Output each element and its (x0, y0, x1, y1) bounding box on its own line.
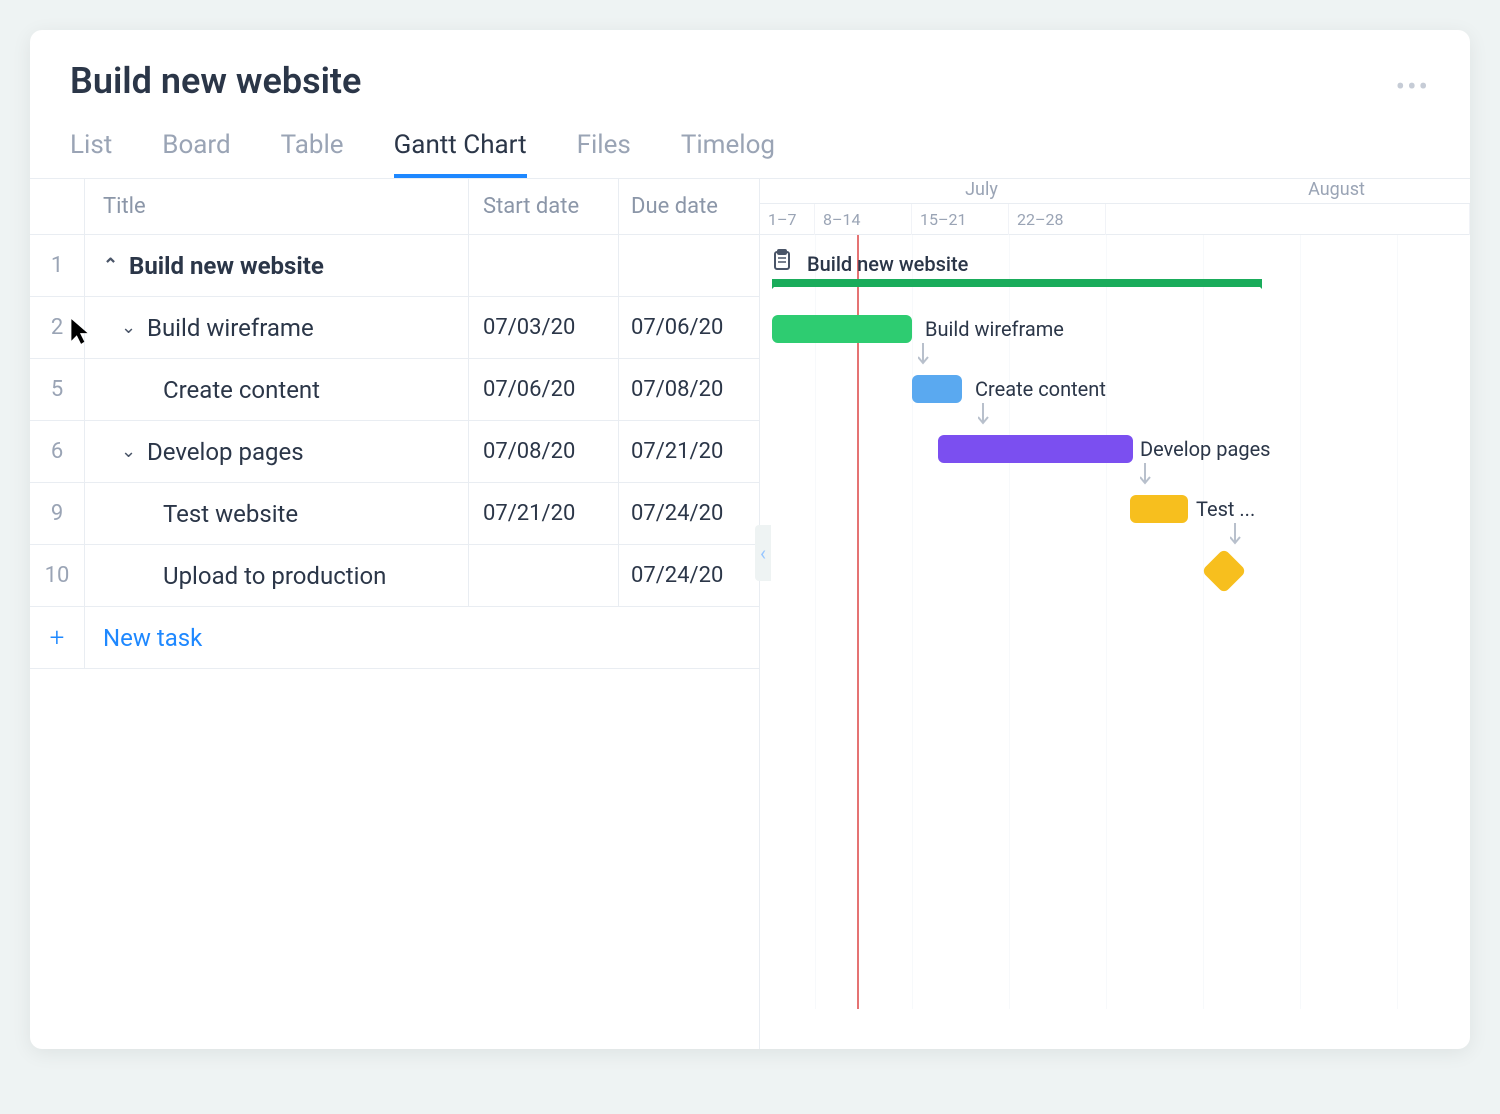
row-number: 1 (30, 235, 85, 296)
gantt-bar-test[interactable] (1130, 495, 1188, 523)
gantt-group-bar[interactable] (772, 279, 1262, 287)
row-start[interactable] (469, 235, 619, 296)
tab-board[interactable]: Board (162, 130, 230, 178)
dependency-arrow-icon (1230, 523, 1250, 553)
row-title[interactable]: ⌄ Build wireframe (85, 297, 469, 358)
row-number: 10 (30, 545, 85, 606)
chevron-up-icon[interactable]: ⌃ (103, 255, 123, 276)
dependency-arrow-icon (918, 343, 938, 373)
dependency-arrow-icon (1140, 463, 1160, 493)
main-split: Title Start date Due date 1 ⌃ Build new … (30, 178, 1470, 1049)
week-cell: 8–14 (815, 204, 912, 235)
row-start[interactable]: 07/03/20 (469, 297, 619, 358)
row-title-text: Create content (163, 376, 320, 404)
row-title-text: Test website (163, 500, 298, 528)
timeline-header: July August 1–7 8–14 15–21 22–28 (760, 179, 1470, 235)
more-menu-icon[interactable]: ••• (1396, 70, 1430, 103)
tab-timelog[interactable]: Timelog (681, 130, 775, 178)
table-header: Title Start date Due date (30, 179, 759, 235)
table-row[interactable]: 6 ⌄ Develop pages 07/08/20 07/21/20 (30, 421, 759, 483)
chevron-down-icon[interactable]: ⌄ (121, 317, 141, 338)
week-cell (1106, 204, 1470, 235)
row-title[interactable]: Create content (85, 359, 469, 420)
row-title-text: Build wireframe (147, 314, 314, 342)
month-july: July (760, 179, 1203, 203)
clipboard-icon (772, 249, 792, 277)
row-due[interactable]: 07/06/20 (619, 297, 759, 358)
col-header-due[interactable]: Due date (619, 179, 759, 234)
gantt-bar-label: Develop pages (1140, 437, 1271, 461)
view-tabs: List Board Table Gantt Chart Files Timel… (70, 130, 1430, 178)
row-number: 6 (30, 421, 85, 482)
tab-gantt[interactable]: Gantt Chart (394, 130, 527, 178)
row-number: 9 (30, 483, 85, 544)
gantt-body[interactable]: ‹ Build new website Build wireframe Crea… (760, 235, 1470, 1009)
week-cell: 15–21 (912, 204, 1009, 235)
row-start[interactable] (469, 545, 619, 606)
collapse-handle-icon[interactable]: ‹ (755, 525, 771, 581)
tab-list[interactable]: List (70, 130, 112, 178)
header: Build new website ••• List Board Table G… (30, 30, 1470, 178)
gantt-bar-wireframe[interactable] (772, 315, 912, 343)
row-title-text: Build new website (129, 252, 324, 280)
table-row[interactable]: 10 Upload to production 07/24/20 (30, 545, 759, 607)
row-due[interactable]: 07/21/20 (619, 421, 759, 482)
row-due[interactable]: 07/24/20 (619, 483, 759, 544)
gantt-chart[interactable]: July August 1–7 8–14 15–21 22–28 ‹ (760, 179, 1470, 1049)
col-header-num (30, 179, 85, 234)
today-line (857, 235, 859, 1009)
table-empty-space (30, 669, 759, 1049)
gantt-bar-develop[interactable] (938, 435, 1133, 463)
row-number: 5 (30, 359, 85, 420)
table-row[interactable]: 2 ⌄ Build wireframe 07/03/20 07/06/20 (30, 297, 759, 359)
table-row[interactable]: 9 Test website 07/21/20 07/24/20 (30, 483, 759, 545)
row-title[interactable]: ⌃ Build new website (85, 235, 469, 296)
table-row[interactable]: 5 Create content 07/06/20 07/08/20 (30, 359, 759, 421)
row-due[interactable] (619, 235, 759, 296)
chevron-down-icon[interactable]: ⌄ (121, 441, 141, 462)
table-row[interactable]: 1 ⌃ Build new website (30, 235, 759, 297)
row-due[interactable]: 07/24/20 (619, 545, 759, 606)
row-start[interactable]: 07/08/20 (469, 421, 619, 482)
row-number: 2 (30, 297, 85, 358)
week-cell: 1–7 (760, 204, 815, 235)
plus-icon[interactable]: + (30, 607, 85, 668)
row-start[interactable]: 07/21/20 (469, 483, 619, 544)
dependency-arrow-icon (978, 403, 998, 433)
row-title[interactable]: Test website (85, 483, 469, 544)
row-title[interactable]: ⌄ Develop pages (85, 421, 469, 482)
month-august: August (1203, 179, 1470, 203)
group-label[interactable]: Build new website (772, 249, 968, 277)
row-title[interactable]: Upload to production (85, 545, 469, 606)
col-header-title[interactable]: Title (85, 179, 469, 234)
task-table: Title Start date Due date 1 ⌃ Build new … (30, 179, 760, 1049)
project-card: Build new website ••• List Board Table G… (30, 30, 1470, 1049)
row-due[interactable]: 07/08/20 (619, 359, 759, 420)
row-title-text: Upload to production (163, 562, 386, 590)
row-title-text: Develop pages (147, 438, 304, 466)
gantt-bar-label: Build wireframe (925, 317, 1064, 341)
new-task-row[interactable]: + New task (30, 607, 759, 669)
tab-table[interactable]: Table (281, 130, 344, 178)
gantt-bar-label: Create content (975, 377, 1106, 401)
week-cell: 22–28 (1009, 204, 1106, 235)
row-start[interactable]: 07/06/20 (469, 359, 619, 420)
gantt-bar-label: Test ... (1196, 497, 1255, 521)
new-task-label[interactable]: New task (103, 624, 202, 652)
project-title: Build new website (70, 60, 1430, 102)
col-header-start[interactable]: Start date (469, 179, 619, 234)
gantt-bar-content[interactable] (912, 375, 962, 403)
tab-files[interactable]: Files (577, 130, 631, 178)
gantt-milestone[interactable] (1201, 548, 1246, 593)
